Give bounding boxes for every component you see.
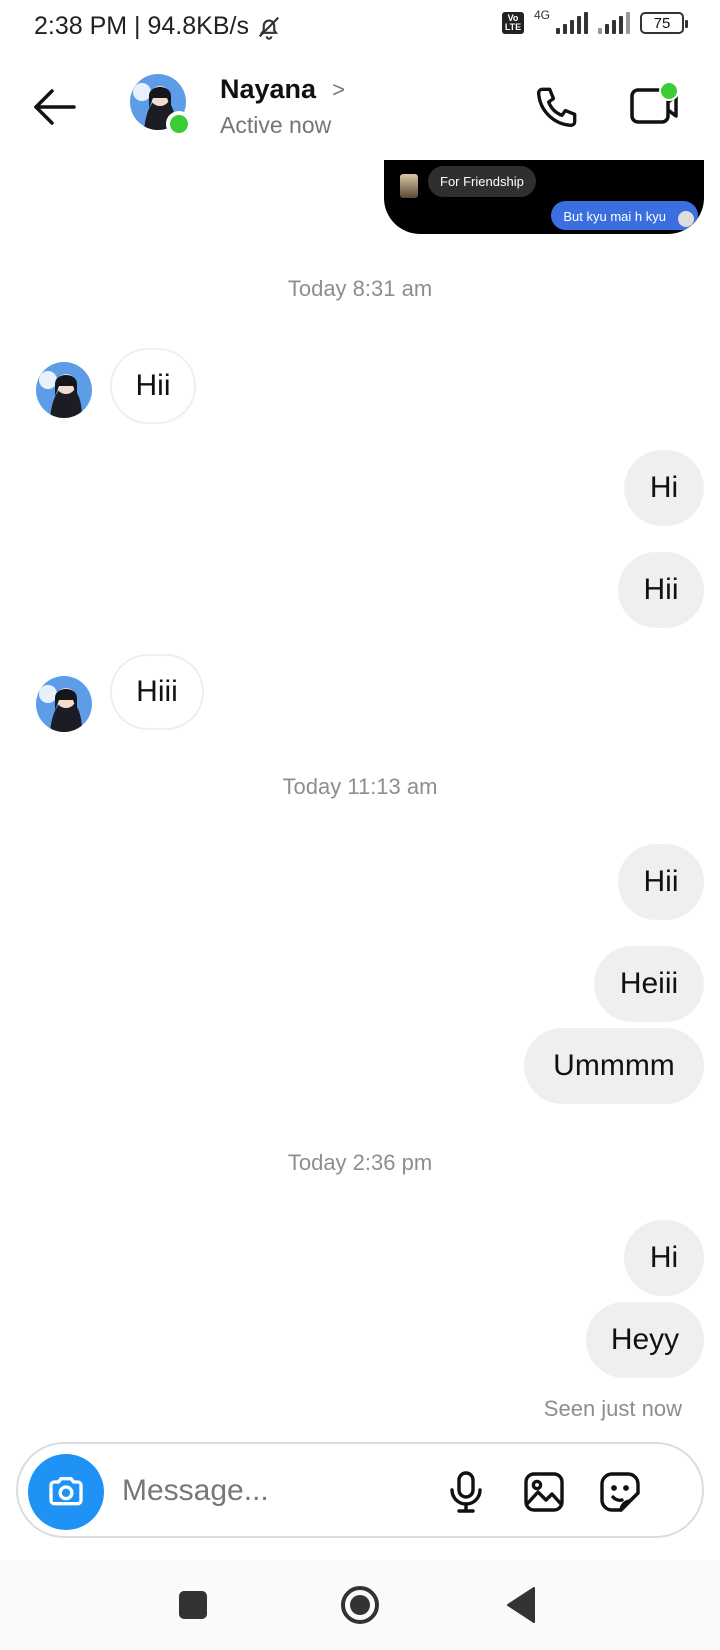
home-icon[interactable]	[337, 1582, 383, 1628]
sender-avatar[interactable]	[36, 362, 92, 418]
video-call-icon[interactable]	[628, 80, 680, 130]
preview-thumbnail	[400, 174, 418, 198]
message-bubble-sent[interactable]: Hii	[618, 552, 704, 628]
network-type: 4G	[533, 8, 550, 22]
camera-button[interactable]	[28, 1454, 104, 1530]
message-bubble-sent[interactable]: Ummmm	[524, 1028, 704, 1104]
preview-reply: But kyu mai h kyu	[551, 201, 698, 230]
timestamp-divider: Today 2:36 pm	[287, 1150, 433, 1175]
preview-caption: For Friendship	[428, 166, 536, 197]
status-left: 2:38 PM | 94.8KB/s	[34, 12, 283, 41]
gallery-icon[interactable]	[520, 1468, 568, 1516]
message-composer: Message...	[16, 1442, 704, 1538]
sender-avatar[interactable]	[36, 676, 92, 732]
active-status: Active now	[220, 112, 332, 138]
contact-name: Nayana	[220, 74, 317, 104]
contact-name-row[interactable]: Nayana >	[220, 74, 345, 105]
seen-receipt: Seen just now	[543, 1396, 682, 1421]
shared-post-preview[interactable]: For Friendship But kyu mai h kyu	[384, 160, 704, 234]
message-input[interactable]: Message...	[122, 1474, 269, 1508]
system-nav-bar	[0, 1560, 720, 1650]
preview-mini-avatar	[678, 211, 694, 227]
status-right: Vo LTE 4G 75	[501, 8, 688, 34]
battery-icon: 75	[640, 12, 688, 34]
sticker-icon[interactable]	[596, 1468, 644, 1516]
message-bubble-sent[interactable]: Hi	[624, 1220, 704, 1296]
volte-icon: Vo LTE	[501, 12, 524, 34]
recents-icon[interactable]	[170, 1582, 216, 1628]
back-nav-icon[interactable]	[500, 1582, 546, 1628]
timestamp-divider: Today 8:31 am	[287, 276, 433, 301]
message-bubble-sent[interactable]: Heiii	[594, 946, 704, 1022]
message-bubble-received[interactable]: Hii	[110, 348, 196, 424]
battery-level: 75	[653, 14, 671, 32]
phone-icon[interactable]	[532, 82, 582, 132]
chat-header: Nayana > Active now	[0, 54, 720, 160]
microphone-icon[interactable]	[442, 1468, 490, 1516]
timestamp-divider: Today 11:13 am	[282, 774, 438, 799]
avatar-illustration	[36, 676, 92, 732]
avatar-illustration	[36, 362, 92, 418]
status-time-speed: 2:38 PM | 94.8KB/s	[34, 12, 249, 40]
bell-off-icon	[258, 16, 280, 40]
message-bubble-sent[interactable]: Heyy	[586, 1302, 704, 1378]
status-bar: 2:38 PM | 94.8KB/s Vo LTE 4G 75	[0, 0, 720, 54]
signal-icon-2	[598, 12, 630, 34]
message-bubble-received[interactable]: Hiii	[110, 654, 204, 730]
message-bubble-sent[interactable]: Hi	[624, 450, 704, 526]
back-arrow-icon[interactable]	[30, 84, 80, 130]
message-bubble-sent[interactable]: Hii	[618, 844, 704, 920]
chevron-right-icon: >	[332, 76, 345, 102]
online-indicator	[166, 111, 192, 137]
signal-icon	[556, 12, 588, 34]
camera-icon	[49, 1477, 83, 1506]
